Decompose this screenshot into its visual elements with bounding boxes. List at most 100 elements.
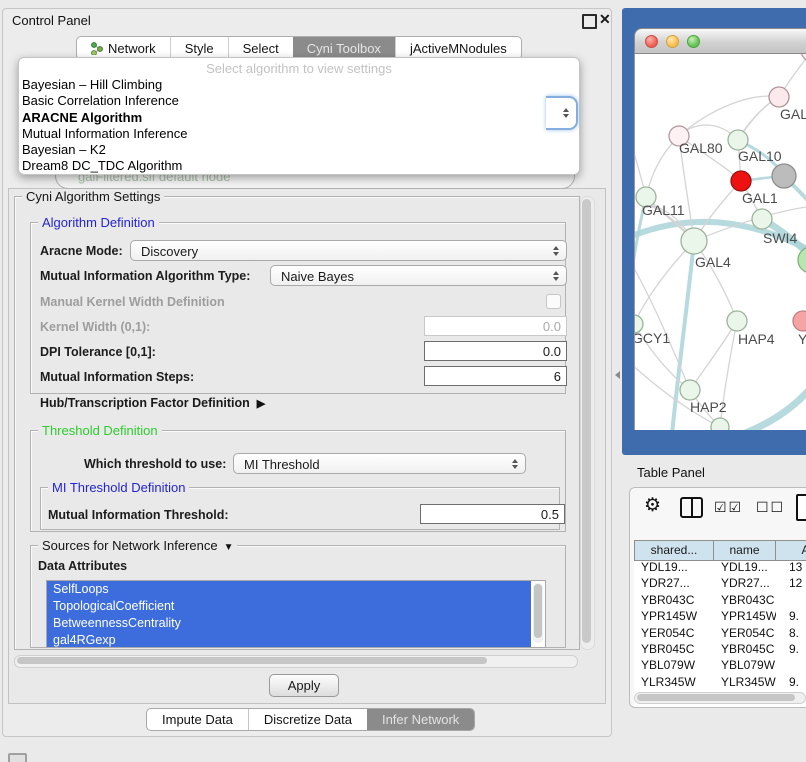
- list-item[interactable]: TopologicalCoefficient: [47, 598, 531, 615]
- table-row[interactable]: YDR27...YDR27...12: [634, 575, 806, 591]
- network-node[interactable]: [798, 247, 806, 273]
- unchecked-boxes-icon[interactable]: ☐☐: [756, 499, 785, 516]
- table-cell: YPR145W: [714, 608, 776, 624]
- table-row[interactable]: YBR043CYBR043C: [634, 592, 806, 608]
- table-cell: [776, 592, 806, 608]
- mi-algorithm-type-select[interactable]: Naive Bayes: [270, 265, 567, 286]
- settings-vertical-scrollbar[interactable]: [580, 196, 595, 650]
- data-attributes-label: Data Attributes: [38, 559, 127, 573]
- float-window-icon[interactable]: [582, 14, 597, 29]
- network-node-gal[interactable]: [769, 87, 789, 107]
- table-cell: 12: [776, 575, 806, 591]
- table-row[interactable]: YER054CYER054C8.: [634, 625, 806, 641]
- network-edge[interactable]: [679, 96, 779, 136]
- algorithm-option[interactable]: Mutual Information Inference: [19, 126, 579, 142]
- table-cell: YER054C: [634, 625, 714, 641]
- list-item[interactable]: gal4RGexp: [47, 632, 531, 648]
- tab-cyni-toolbox[interactable]: Cyni Toolbox: [293, 37, 395, 59]
- table-cell: [776, 657, 806, 673]
- mi-steps-label: Mutual Information Steps:: [40, 370, 194, 384]
- kernel-width-field[interactable]: 0.0: [424, 316, 567, 336]
- table-header: shared... name A: [634, 540, 806, 561]
- apply-button[interactable]: Apply: [269, 674, 339, 697]
- list-item[interactable]: SelfLoops: [47, 581, 531, 598]
- algorithm-option[interactable]: Basic Correlation Inference: [19, 93, 579, 109]
- tab-label: Network: [108, 41, 156, 56]
- document-icon[interactable]: [796, 494, 806, 521]
- table-row[interactable]: YBR045CYBR045C9.: [634, 641, 806, 657]
- spinner-arrows-icon: [553, 271, 559, 281]
- table-horizontal-scrollbar[interactable]: [634, 692, 806, 704]
- selected-value: MI Threshold: [244, 457, 320, 472]
- column-header[interactable]: shared...: [634, 541, 714, 560]
- node-label: SWI4: [763, 230, 797, 246]
- close-traffic-light-icon[interactable]: [645, 35, 658, 48]
- network-node-swi4[interactable]: [752, 209, 772, 229]
- minimize-traffic-light-icon[interactable]: [666, 35, 679, 48]
- table-row[interactable]: YBL079WYBL079W: [634, 657, 806, 673]
- table-cell: YBR045C: [714, 641, 776, 657]
- tab-discretize-data[interactable]: Discretize Data: [248, 709, 367, 730]
- tab-jactivemnodules[interactable]: jActiveMNodules: [395, 37, 521, 59]
- algorithm-dropdown-list: Select algorithm to view settings Bayesi…: [18, 57, 580, 175]
- group-title[interactable]: Sources for Network Inference▼: [38, 538, 237, 553]
- network-node[interactable]: [772, 164, 796, 188]
- data-attributes-list[interactable]: SelfLoops TopologicalCoefficient Between…: [46, 580, 546, 648]
- algorithm-combo-fragment[interactable]: [546, 96, 578, 130]
- group-title: Cyni Algorithm Settings: [22, 189, 164, 204]
- table-cell: YBR045C: [634, 641, 714, 657]
- algorithm-option-selected[interactable]: ARACNE Algorithm: [19, 110, 579, 126]
- dpi-tolerance-field[interactable]: 0.0: [424, 341, 567, 361]
- algorithm-option[interactable]: Bayesian – K2: [19, 142, 579, 158]
- gear-icon[interactable]: ⚙: [644, 494, 661, 517]
- network-node-y[interactable]: [793, 311, 806, 331]
- network-node-gal1[interactable]: [731, 171, 751, 191]
- list-item[interactable]: BetweennessCentrality: [47, 615, 531, 632]
- node-label: GAL: [780, 106, 806, 122]
- which-threshold-select[interactable]: MI Threshold: [233, 453, 526, 474]
- tab-select[interactable]: Select: [228, 37, 293, 59]
- network-node[interactable]: [711, 418, 729, 430]
- algorithm-option[interactable]: Dream8 DC_TDC Algorithm: [19, 158, 579, 174]
- network-window-titlebar[interactable]: [634, 28, 806, 54]
- splitter-grip[interactable]: [615, 371, 620, 379]
- network-node-gal10[interactable]: [728, 130, 748, 150]
- spinner-arrows-icon: [553, 246, 559, 256]
- tab-infer-network[interactable]: Infer Network: [367, 709, 474, 730]
- columns-icon[interactable]: [680, 497, 703, 518]
- network-node-gal4[interactable]: [681, 228, 707, 254]
- column-header[interactable]: name: [714, 541, 776, 560]
- network-canvas[interactable]: GALGAL80GAL10GAL1GAL11SWI4GAL4GCY1HAP4YH…: [634, 54, 806, 430]
- table-row[interactable]: YLR345WYLR345W9.: [634, 674, 806, 690]
- selected-value: Naive Bayes: [281, 269, 354, 284]
- node-label: GCY1: [634, 330, 670, 346]
- tab-network[interactable]: Network: [77, 37, 170, 59]
- hub-transcription-section[interactable]: Hub/Transcription Factor Definition▶: [40, 396, 265, 410]
- network-edge[interactable]: [743, 383, 806, 430]
- table-cell: YBL079W: [714, 657, 776, 673]
- network-node-hap4[interactable]: [727, 311, 747, 331]
- zoom-traffic-light-icon[interactable]: [687, 35, 700, 48]
- tab-impute-data[interactable]: Impute Data: [147, 709, 248, 730]
- checked-boxes-icon[interactable]: ☑☑: [714, 499, 743, 516]
- manual-kernel-checkbox[interactable]: [546, 294, 561, 309]
- expand-arrow-icon[interactable]: ▶: [257, 398, 265, 410]
- close-icon[interactable]: ✕: [599, 11, 611, 28]
- mi-threshold-field[interactable]: 0.5: [420, 504, 565, 524]
- aracne-mode-select[interactable]: Discovery: [130, 240, 567, 261]
- table-panel-title: Table Panel: [637, 465, 705, 480]
- column-header[interactable]: A: [776, 541, 806, 560]
- algorithm-option[interactable]: Bayesian – Hill Climbing: [19, 77, 579, 93]
- mi-steps-field[interactable]: 6: [424, 366, 567, 386]
- tab-style[interactable]: Style: [170, 37, 228, 59]
- corner-widget-icon[interactable]: [8, 753, 27, 762]
- table-row[interactable]: YPR145WYPR145W9.: [634, 608, 806, 624]
- settings-horizontal-scrollbar[interactable]: [14, 655, 578, 668]
- table-row[interactable]: YDL19...YDL19...13: [634, 559, 806, 575]
- list-vertical-scrollbar[interactable]: [533, 583, 543, 643]
- mi-algorithm-type-label: Mutual Information Algorithm Type:: [40, 269, 250, 283]
- network-node-hap2[interactable]: [680, 380, 700, 400]
- selected-value: Discovery: [141, 244, 198, 259]
- collapse-arrow-icon[interactable]: ▼: [224, 542, 234, 553]
- control-panel-title: Control Panel: [12, 13, 91, 28]
